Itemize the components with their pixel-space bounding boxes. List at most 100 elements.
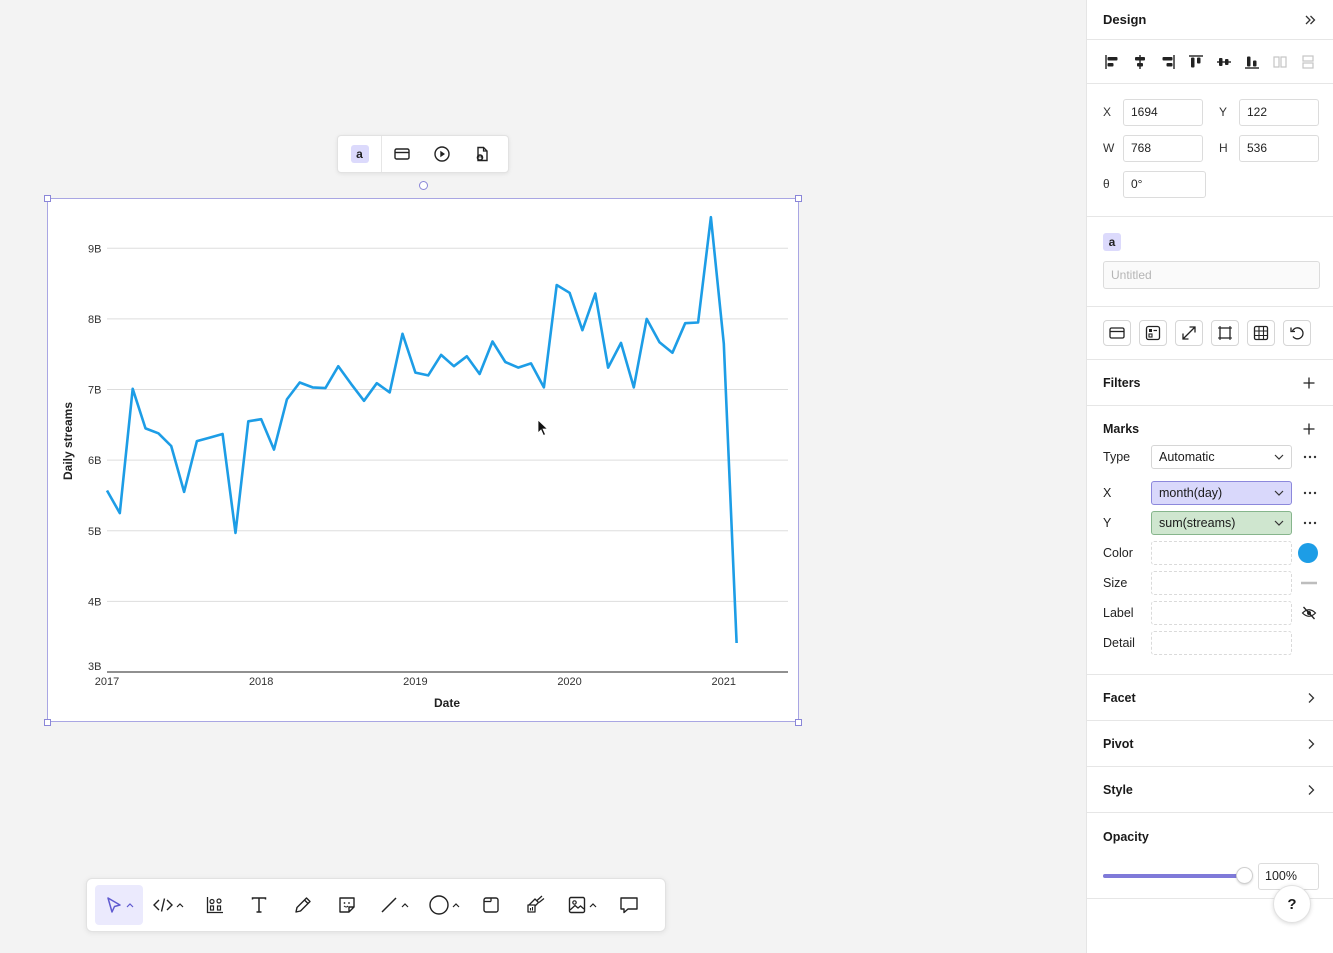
reset-button[interactable] [1283,320,1311,346]
geometry-section: X Y W H θ [1087,84,1333,217]
resize-handle-top-left[interactable] [44,195,51,202]
label-visibility-button[interactable] [1300,606,1318,620]
add-filter-plus-icon[interactable] [1303,377,1315,389]
add-mark-plus-icon[interactable] [1303,423,1315,435]
x-position-input[interactable] [1123,98,1203,126]
resize-handle-bottom-left[interactable] [44,719,51,726]
variable-name-badge: a [1103,233,1121,251]
mark-type-select[interactable]: Automatic [1151,445,1292,469]
height-input[interactable] [1239,134,1319,162]
size-stroke-button[interactable] [1300,581,1318,585]
legend-toggle-button[interactable] [1139,320,1167,346]
help-button[interactable]: ? [1273,885,1311,923]
chart-toolbar: a [337,135,509,173]
marks-title: Marks [1103,422,1140,436]
tool-text[interactable] [237,885,281,925]
mark-type-value: Automatic [1159,450,1215,464]
color-channel-field[interactable] [1151,541,1292,565]
opacity-header: Opacity [1087,813,1333,861]
bottom-toolbar [86,878,666,932]
collapse-panel-icon[interactable] [1303,13,1317,27]
label-channel-field[interactable] [1151,601,1292,625]
text-icon [251,897,267,913]
eye-off-icon [1301,606,1317,620]
filters-section[interactable]: Filters [1087,360,1333,406]
card-view-button[interactable] [382,136,422,172]
fit-frame-button[interactable] [1211,320,1239,346]
tool-image[interactable] [557,885,607,925]
legend-icon [1145,325,1161,341]
type-more-button[interactable] [1302,455,1318,459]
x-more-button[interactable] [1302,491,1318,495]
download-button[interactable] [462,136,502,172]
y-channel-value: sum(streams) [1159,516,1236,530]
play-button[interactable] [422,136,462,172]
distribute-vertical-button[interactable] [1299,53,1317,71]
chart-name-badge: a [350,145,369,163]
x-channel-field[interactable]: month(day) [1151,481,1292,505]
more-icon [1303,491,1317,495]
tool-line[interactable] [369,885,419,925]
line-icon [381,897,397,913]
distribute-horizontal-button[interactable] [1271,53,1289,71]
tool-ellipse[interactable] [419,885,469,925]
tool-pencil[interactable] [281,885,325,925]
opacity-slider-thumb[interactable] [1236,867,1253,884]
distribute-vertical-icon [1302,54,1314,69]
table-view-button[interactable] [1247,320,1275,346]
y-position-input[interactable] [1239,98,1319,126]
color-channel-label: Color [1103,546,1133,560]
y-channel-field[interactable]: sum(streams) [1151,511,1292,535]
color-swatch[interactable] [1298,543,1318,563]
pivot-section[interactable]: Pivot [1087,721,1333,767]
title-input[interactable] [1103,261,1320,289]
x-tick-label: 2021 [712,676,736,688]
fit-frame-icon [1218,326,1232,340]
x-tick-label: 2019 [403,676,427,688]
resize-handle-bottom-right[interactable] [795,719,802,726]
chart-name-badge-button[interactable]: a [338,136,382,172]
selected-chart[interactable]: 3B 4B 5B 6B 7B 8B 9B 2017 2018 2019 2020 2021 Dail… [47,198,799,722]
align-top-button[interactable] [1187,53,1205,71]
align-middle-button[interactable] [1215,53,1233,71]
rotate-handle[interactable] [419,181,428,190]
x-position-label: X [1103,105,1112,119]
opacity-title: Opacity [1103,830,1149,844]
tool-chart[interactable] [193,885,237,925]
comment-icon [620,897,638,914]
opacity-slider[interactable] [1103,867,1253,884]
caret-up-icon [589,903,597,908]
x-tick-label: 2017 [95,676,119,688]
style-title: Style [1103,782,1133,797]
tool-sticky-note[interactable] [325,885,369,925]
table-icon [1253,325,1269,341]
width-input[interactable] [1123,134,1203,162]
detail-channel-field[interactable] [1151,631,1292,655]
tool-frame[interactable] [469,885,513,925]
align-bottom-button[interactable] [1243,53,1261,71]
more-icon [1303,521,1317,525]
y-tick-label: 3B [88,661,101,673]
rotation-input[interactable] [1123,170,1206,198]
facet-section[interactable]: Facet [1087,675,1333,721]
undo-icon [1290,327,1304,340]
align-bottom-icon [1245,56,1259,69]
card-toggle-button[interactable] [1103,320,1131,346]
tool-comment[interactable] [607,885,651,925]
style-section[interactable]: Style [1087,767,1333,813]
resize-handle-top-right[interactable] [795,195,802,202]
tool-select[interactable] [95,885,143,925]
size-channel-field[interactable] [1151,571,1292,595]
tool-brush[interactable] [513,885,557,925]
expand-button[interactable] [1175,320,1203,346]
align-right-button[interactable] [1159,53,1177,71]
y-more-button[interactable] [1302,521,1318,525]
align-center-button[interactable] [1131,53,1149,71]
name-section: a [1087,217,1333,307]
pivot-title: Pivot [1103,736,1134,751]
align-left-button[interactable] [1103,53,1121,71]
line-chart: 3B 4B 5B 6B 7B 8B 9B 2017 2018 2019 2020 2021 Dail… [61,215,788,710]
design-panel: Design X Y W H θ a [1086,0,1333,953]
tool-code[interactable] [143,885,193,925]
canvas[interactable]: a 3B 4B 5B 6B 7B 8B 9B 2017 2018 2019 2020 2021 Da… [0,0,1087,953]
